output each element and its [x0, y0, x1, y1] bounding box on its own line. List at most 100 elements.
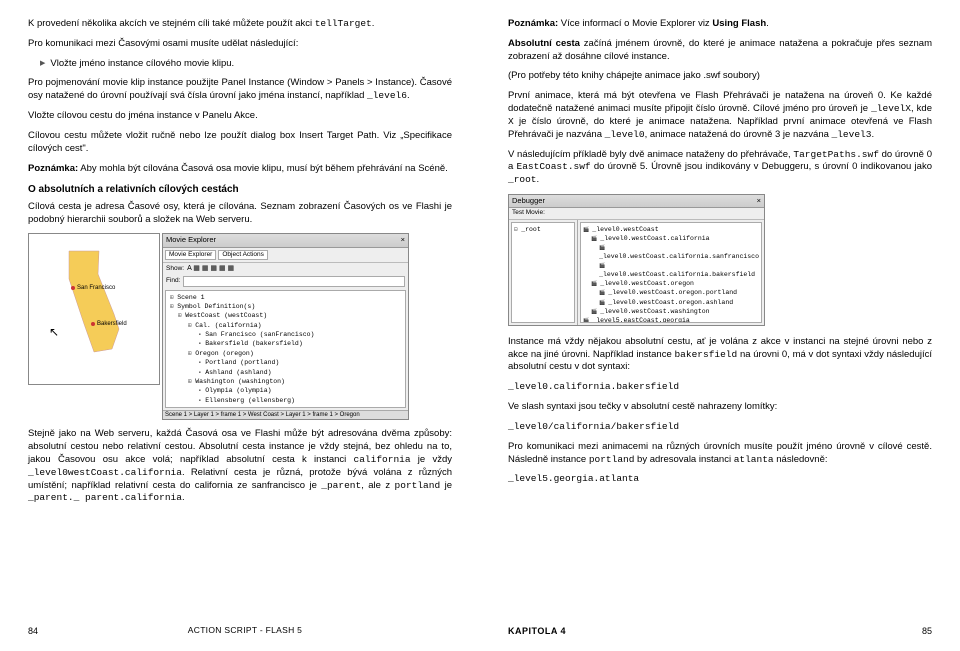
page-number: 85	[922, 625, 932, 637]
code: _level0	[605, 129, 645, 140]
tree-leaf[interactable]: Olympia (olympia)	[170, 386, 403, 395]
code: _level3	[832, 129, 872, 140]
para: Poznámka: Více informací o Movie Explore…	[508, 18, 932, 31]
footer-right: KAPITOLA 4 85	[508, 619, 932, 637]
list: Vložte jméno instance cílového movie kli…	[28, 58, 452, 71]
para: Vložte cílovou cestu do jména instance v…	[28, 110, 452, 123]
filter-icons[interactable]: A ▦ ▦ ▦ ▦ ▦	[187, 264, 234, 273]
page-number: 84	[28, 625, 38, 637]
debugger-detail-tree[interactable]: _level0.westCoast _level0.westCoast.cali…	[580, 222, 762, 323]
tab[interactable]: Object Actions	[218, 250, 268, 261]
tree-leaf[interactable]: _level0.westCoast.oregon.ashland	[583, 298, 759, 307]
right-body: Poznámka: Více informací o Movie Explore…	[508, 18, 932, 619]
label-sf: San Francisco	[77, 284, 115, 292]
code: EastCoast.swf	[517, 161, 591, 172]
page-left: K provedení několika akcích ve stejném c…	[0, 0, 480, 651]
tree-node[interactable]: WestCoast (westCoast)	[170, 311, 403, 320]
label-bf: Bakersfield	[97, 320, 127, 328]
tree-leaf[interactable]: Bakersfield (bakersfield)	[170, 339, 403, 348]
tree-leaf[interactable]: Ashland (ashland)	[170, 368, 403, 377]
text: , animace natažená do úrovně 3 je nazván…	[645, 129, 832, 140]
debugger-tree[interactable]: _root	[511, 222, 575, 323]
para: V následujícím příkladě byly dvě animace…	[508, 149, 932, 187]
tree-leaf[interactable]: _level0.westCoast.california	[583, 234, 759, 243]
label: Test Movie:	[512, 209, 545, 218]
tree-leaf[interactable]: San Francisco (sanFrancisco)	[170, 330, 403, 339]
explorer-tree[interactable]: Scene 1 Symbol Definition(s) WestCoast (…	[165, 290, 406, 409]
text: Using Flash	[712, 18, 766, 29]
para: Instance má vždy nějakou absolutní cestu…	[508, 336, 932, 374]
footer-left: 84 ACTION SCRIPT - FLASH 5	[28, 619, 452, 637]
tree-leaf[interactable]: _level5.eastCoast.georgia	[583, 316, 759, 323]
tree-leaf[interactable]: _level0.westCoast.oregon	[583, 279, 759, 288]
tree-node[interactable]: Oregon (oregon)	[170, 349, 403, 358]
tree-leaf[interactable]: Portland (portland)	[170, 358, 403, 367]
tree-node[interactable]: Scene 1	[170, 293, 403, 302]
para: První animace, která má být otevřena ve …	[508, 90, 932, 141]
text: je	[440, 480, 452, 491]
cursor-icon: ↖	[49, 324, 59, 340]
text: je vždy	[411, 454, 452, 465]
tree-leaf[interactable]: _level0.westCoast.california.bakersfield	[583, 261, 759, 279]
para: Cílovou cestu můžete vložit ručně nebo l…	[28, 130, 452, 156]
explorer-tabs: Movie Explorer Object Actions	[163, 248, 408, 264]
text: , ale z	[361, 480, 394, 491]
tree-leaf[interactable]: _level0.westCoast.washington	[583, 307, 759, 316]
tree-node[interactable]: Washington (washington)	[170, 377, 403, 386]
text: V následujícím příkladě byly dvě animace…	[508, 149, 793, 160]
explorer-titlebar: Movie Explorer ×	[163, 234, 408, 247]
tree-leaf[interactable]: _level0.westCoast.california.sanfrancisc…	[583, 243, 759, 261]
para: Pro komunikaci mezi animacemi na různých…	[508, 441, 932, 467]
para: (Pro potřeby této knihy chápejte animace…	[508, 70, 932, 83]
explorer-status: Scene 1 > Layer 1 > frame 1 > West Coast…	[163, 410, 408, 419]
find-input[interactable]	[183, 276, 405, 287]
tree-node[interactable]: Cal. (california)	[170, 321, 403, 330]
code: portland	[589, 454, 635, 465]
para: Cílová cesta je adresa Časové osy, která…	[28, 201, 452, 227]
tab[interactable]: Movie Explorer	[165, 250, 216, 261]
label: Show:	[166, 265, 184, 274]
text: .	[182, 492, 185, 503]
para: Stejně jako na Web serveru, každá Časová…	[28, 428, 452, 505]
california-shape	[64, 249, 124, 354]
left-body: K provedení několika akcích ve stejném c…	[28, 18, 452, 619]
tree-node[interactable]: Symbol Definition(s)	[170, 302, 403, 311]
close-icon[interactable]: ×	[757, 196, 761, 206]
para: Poznámka: Aby mohla být cílována Časová …	[28, 163, 452, 176]
tree-leaf[interactable]: _level0.westCoast.oregon.portland	[583, 288, 759, 297]
debugger-figure: Debugger × Test Movie: _root _level0.wes…	[508, 194, 765, 326]
code-block: _level0/california/bakersfield	[508, 421, 932, 434]
para: Pro pojmenování movie klip instance použ…	[28, 77, 452, 103]
page-right: Poznámka: Více informací o Movie Explore…	[480, 0, 960, 651]
label: Find:	[166, 277, 180, 286]
code: _level0westCoast.california	[28, 467, 182, 478]
para: Pro komunikaci mezi Časovými osami musít…	[28, 38, 452, 51]
debugger-detail-pane: _level0.westCoast _level0.westCoast.cali…	[578, 220, 764, 325]
text: do úrovně 5. Úrovně jsou indikovány v De…	[591, 161, 932, 172]
tree-node[interactable]: _root	[514, 225, 572, 234]
code: bakersfield	[674, 349, 737, 360]
section-heading: O absolutních a relativních cílových ces…	[28, 183, 452, 197]
note-label: Poznámka:	[28, 163, 78, 174]
tree-leaf[interactable]: Ellensberg (ellensberg)	[170, 396, 403, 405]
text: .	[766, 18, 769, 29]
text: by adresovala instanci	[634, 454, 733, 465]
code: california	[354, 454, 411, 465]
code: TargetPaths.swf	[793, 149, 879, 160]
close-icon[interactable]: ×	[401, 235, 405, 245]
explorer-title-text: Movie Explorer	[166, 235, 216, 245]
movie-explorer-figure: San Francisco Bakersfield ↖ Movie Explor…	[28, 233, 452, 420]
code: _root	[508, 174, 537, 185]
text: První animace, která má být otevřena ve …	[508, 90, 932, 114]
footer-center: ACTION SCRIPT - FLASH 5	[188, 625, 302, 637]
chapter-label: KAPITOLA 4	[508, 625, 566, 637]
text: Aby mohla být cílována Časová osa movie …	[78, 163, 448, 174]
code: atlanta	[734, 454, 774, 465]
code: _parent._ parent.california	[28, 492, 182, 503]
text: .	[871, 129, 874, 140]
text: K provedení několika akcích ve stejném c…	[28, 18, 315, 29]
tree-leaf[interactable]: _level0.westCoast	[583, 225, 759, 234]
code: _parent	[321, 480, 361, 491]
text: následovně:	[774, 454, 828, 465]
text: .	[407, 90, 410, 101]
